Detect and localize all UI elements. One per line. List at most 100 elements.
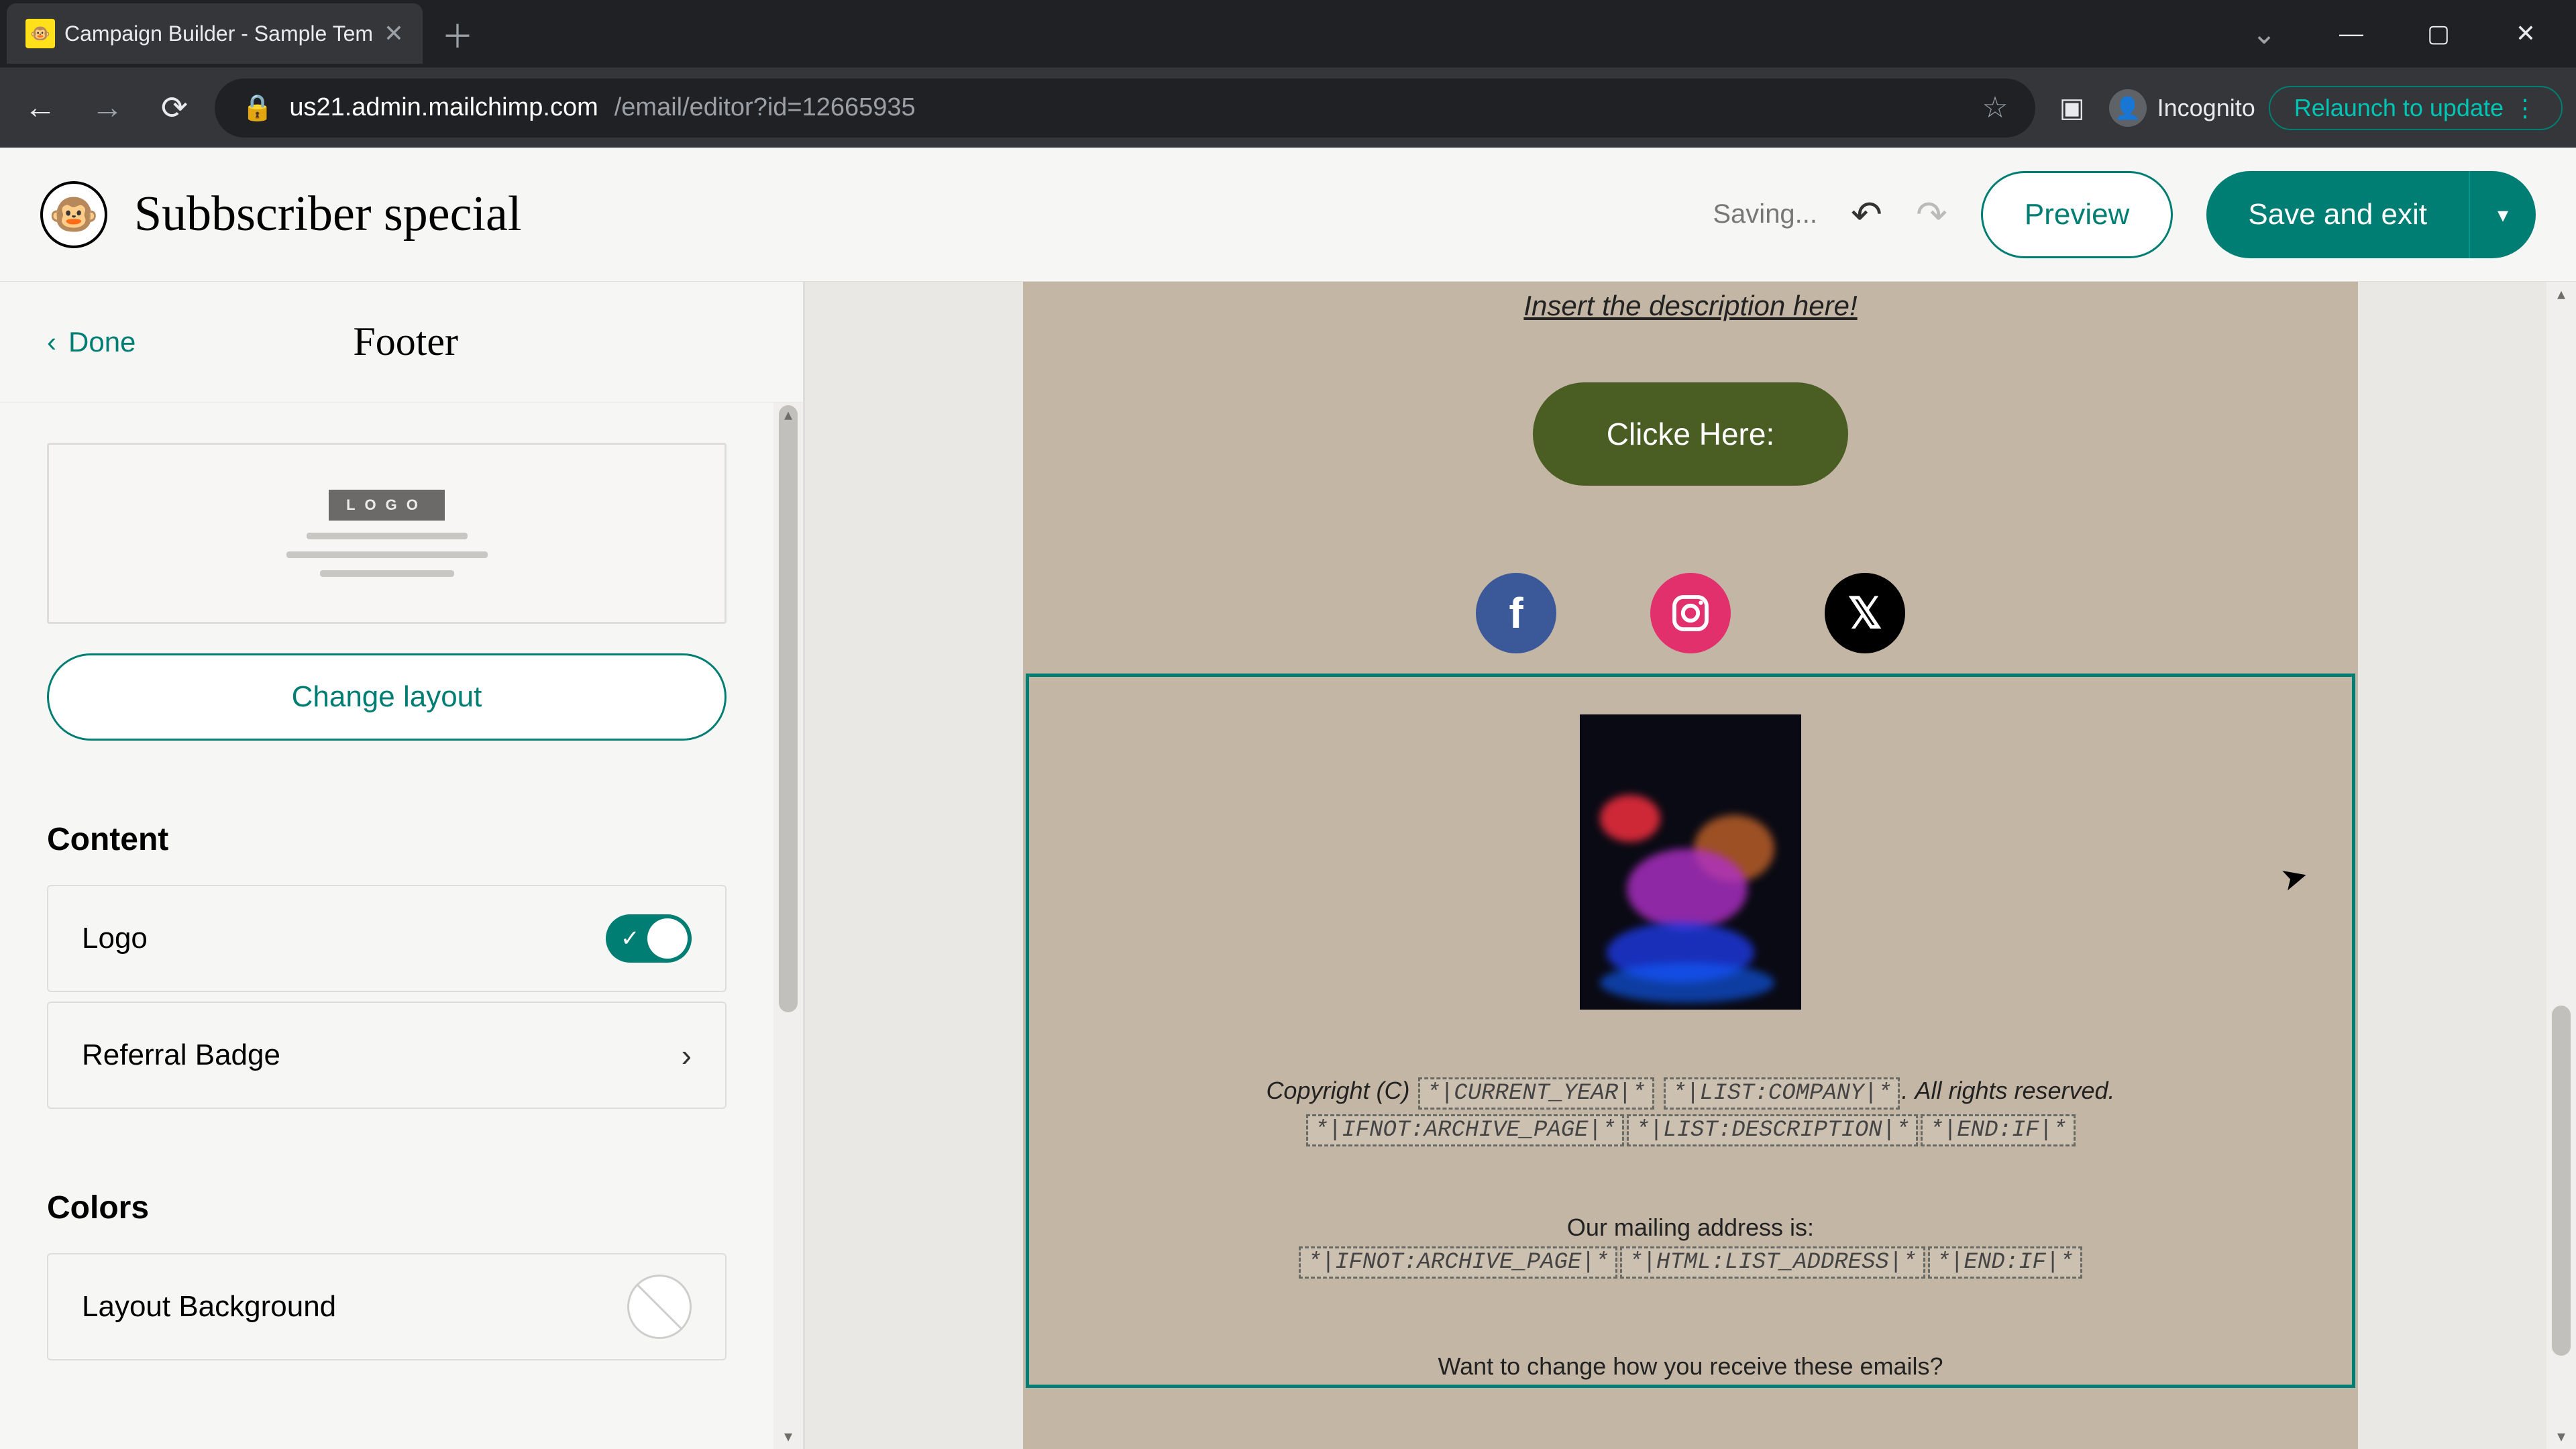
social-icons: f 𝕏 [1023, 573, 2358, 653]
save-exit-label: Save and exit [2248, 198, 2427, 231]
incognito-icon: 👤 [2109, 89, 2147, 127]
more-icon: ⋮ [2513, 94, 2537, 122]
relaunch-button[interactable]: Relaunch to update ⋮ [2269, 86, 2563, 130]
saving-status: Saving... [1713, 199, 1817, 229]
url-field[interactable]: 🔒 us21.admin.mailchimp.com /email/editor… [215, 78, 2035, 138]
layout-preview-line [307, 533, 468, 539]
window-controls: ⌄ — ▢ ✕ [2220, 0, 2569, 67]
window-close-button[interactable]: ✕ [2482, 0, 2569, 67]
cta-button[interactable]: Clicke Here: [1533, 382, 1849, 486]
address-merge-line[interactable]: *|IFNOT:ARCHIVE_PAGE|**|HTML:LIST_ADDRES… [1056, 1246, 2325, 1279]
scroll-down-icon[interactable]: ▾ [773, 1427, 803, 1446]
footer-block-selected[interactable]: Copyright (C) *|CURRENT_YEAR|* *|LIST:CO… [1026, 674, 2355, 1388]
facebook-icon[interactable]: f [1476, 573, 1556, 653]
layout-preview-line [286, 551, 488, 558]
copyright-suffix: All rights reserved. [1915, 1077, 2114, 1104]
sidebar-scroll-thumb[interactable] [779, 405, 798, 1012]
sidebar-scrollbar[interactable]: ▴ ▾ [773, 402, 803, 1449]
description-placeholder[interactable]: Insert the description here! [1023, 282, 2358, 322]
forward-button: → [80, 81, 134, 135]
campaign-name[interactable]: Subbscriber special [134, 186, 521, 243]
window-maximize-button[interactable]: ▢ [2395, 0, 2482, 67]
copyright-line[interactable]: Copyright (C) *|CURRENT_YEAR|* *|LIST:CO… [1056, 1077, 2325, 1110]
instagram-icon[interactable] [1650, 573, 1731, 653]
tab-search-button[interactable]: ⌄ [2220, 0, 2308, 67]
merge-tag-list-company[interactable]: *|LIST:COMPANY|* [1664, 1077, 1900, 1110]
scroll-down-icon[interactable]: ▾ [2546, 1427, 2576, 1446]
url-path: /email/editor?id=12665935 [614, 93, 916, 122]
footer-logo-image[interactable] [1580, 714, 1801, 1010]
logo-row-label: Logo [82, 922, 148, 955]
preview-button[interactable]: Preview [1981, 171, 2174, 258]
incognito-label: Incognito [2157, 94, 2255, 122]
save-exit-more-button[interactable]: ▾ [2469, 171, 2536, 258]
mailing-address-label: Our mailing address is: [1056, 1214, 2325, 1242]
save-exit-button[interactable]: Save and exit [2206, 171, 2469, 258]
canvas-area[interactable]: Insert the description here! Clicke Here… [805, 282, 2576, 1449]
toggle-knob [647, 918, 688, 959]
cta-label: Clicke Here: [1607, 417, 1775, 451]
lock-icon: 🔒 [241, 93, 273, 123]
copyright-prefix: Copyright (C) [1266, 1077, 1416, 1104]
check-icon: ✓ [621, 925, 640, 952]
merge-tag-current-year[interactable]: *|CURRENT_YEAR|* [1418, 1077, 1654, 1110]
description-merge-line[interactable]: *|IFNOT:ARCHIVE_PAGE|**|LIST:DESCRIPTION… [1056, 1114, 2325, 1146]
layout-preview[interactable]: LOGO [47, 443, 727, 624]
layout-preview-logo: LOGO [329, 490, 445, 521]
change-layout-label: Change layout [292, 680, 482, 714]
section-heading-colors: Colors [47, 1189, 727, 1226]
panel-title: Footer [55, 319, 756, 365]
back-button[interactable]: ← [13, 81, 67, 135]
app-header: 🐵 Subbscriber special Saving... ↶ ↷ Prev… [0, 148, 2576, 282]
new-tab-button[interactable]: ＋ [441, 10, 474, 57]
logo-toggle-row[interactable]: Logo ✓ [47, 885, 727, 992]
layout-bg-label: Layout Background [82, 1290, 336, 1324]
relaunch-label: Relaunch to update [2294, 94, 2504, 122]
sidebar-header: ‹ Done Footer [0, 282, 803, 402]
sidebar: ‹ Done Footer LOGO Change layout [0, 282, 805, 1449]
scroll-up-icon[interactable]: ▴ [2546, 284, 2576, 304]
redo-button: ↷ [1916, 193, 1947, 237]
change-prefs-label: Want to change how you receive these ema… [1056, 1352, 2325, 1381]
reload-button[interactable]: ⟳ [148, 81, 201, 135]
section-heading-content: Content [47, 821, 727, 858]
extensions-button[interactable]: ▣ [2049, 85, 2096, 131]
logo-toggle[interactable]: ✓ [606, 914, 692, 963]
merge-tag-ifnot-archive[interactable]: *|IFNOT:ARCHIVE_PAGE|* [1306, 1114, 1625, 1146]
browser-chrome: 🐵 Campaign Builder - Sample Tem ✕ ＋ ⌄ — … [0, 0, 2576, 148]
mailchimp-favicon: 🐵 [25, 19, 55, 48]
merge-tag-list-description[interactable]: *|LIST:DESCRIPTION|* [1627, 1114, 1918, 1146]
referral-row-label: Referral Badge [82, 1038, 280, 1072]
incognito-indicator[interactable]: 👤 Incognito [2109, 89, 2255, 127]
app-body: ‹ Done Footer LOGO Change layout [0, 282, 2576, 1449]
referral-badge-row[interactable]: Referral Badge › [47, 1002, 727, 1109]
url-host: us21.admin.mailchimp.com [289, 93, 598, 122]
layout-preview-line [320, 570, 454, 577]
change-layout-button[interactable]: Change layout [47, 653, 727, 741]
canvas-scrollbar[interactable]: ▴ ▾ [2546, 282, 2576, 1449]
preview-label: Preview [2025, 198, 2130, 231]
close-icon[interactable]: ✕ [384, 19, 404, 48]
address-bar: ← → ⟳ 🔒 us21.admin.mailchimp.com /email/… [0, 67, 2576, 148]
app: 🐵 Subbscriber special Saving... ↶ ↷ Prev… [0, 148, 2576, 1449]
merge-tag-end-if[interactable]: *|END:IF|* [1921, 1114, 2075, 1146]
window-minimize-button[interactable]: — [2308, 0, 2395, 67]
browser-tab[interactable]: 🐵 Campaign Builder - Sample Tem ✕ [7, 3, 423, 64]
sidebar-scroll: LOGO Change layout Content Logo ✓ [0, 402, 803, 1449]
chevron-down-icon: ▾ [2498, 202, 2508, 227]
canvas-scroll-thumb[interactable] [2552, 1006, 2571, 1356]
mailchimp-logo[interactable]: 🐵 [40, 181, 107, 248]
email-body: Insert the description here! Clicke Here… [1023, 282, 2358, 1449]
color-swatch-none[interactable] [627, 1275, 692, 1339]
merge-tag-end-if-2[interactable]: *|END:IF|* [1928, 1246, 2082, 1279]
merge-tag-ifnot-archive-2[interactable]: *|IFNOT:ARCHIVE_PAGE|* [1299, 1246, 1617, 1279]
scroll-up-icon[interactable]: ▴ [773, 405, 803, 425]
bookmark-star-icon[interactable]: ☆ [1982, 91, 2008, 125]
undo-button[interactable]: ↶ [1851, 193, 1882, 237]
x-twitter-icon[interactable]: 𝕏 [1825, 573, 1905, 653]
tab-title: Campaign Builder - Sample Tem [64, 21, 373, 46]
layout-background-row[interactable]: Layout Background [47, 1253, 727, 1360]
merge-tag-html-list-address[interactable]: *|HTML:LIST_ADDRESS|* [1620, 1246, 1925, 1279]
tab-bar: 🐵 Campaign Builder - Sample Tem ✕ ＋ ⌄ — … [0, 0, 2576, 67]
save-exit-group: Save and exit ▾ [2206, 171, 2536, 258]
